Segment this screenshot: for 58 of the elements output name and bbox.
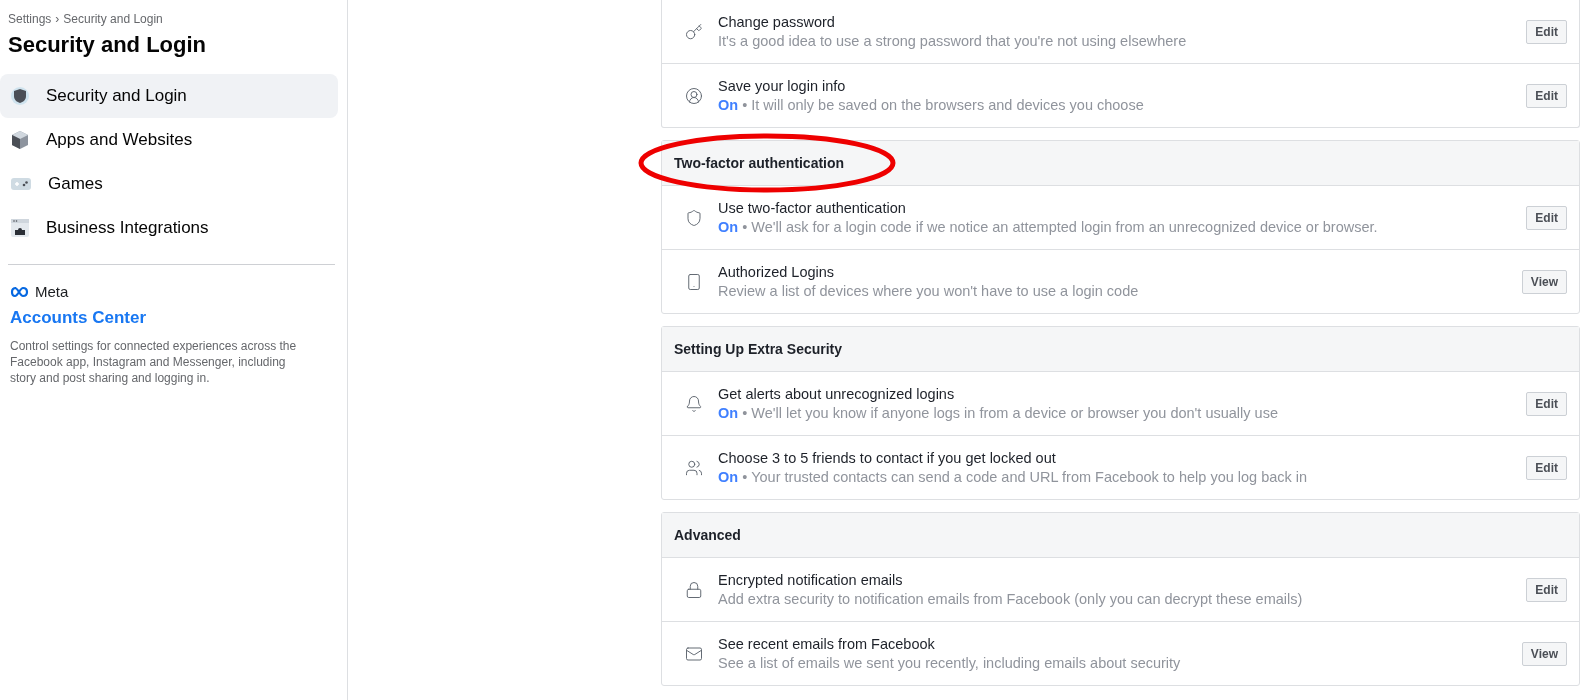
shield-icon [685, 208, 703, 227]
setting-description: We'll let you know if anyone logs in from a device or browser you don't usually use [751, 405, 1278, 421]
setting-description: It's a good idea to use a strong password that you're not using elsewhere [718, 33, 1187, 49]
setting-button[interactable]: Edit [1526, 455, 1567, 480]
breadcrumb-link[interactable]: Security and Login [63, 12, 163, 26]
section-title: Setting Up Extra Security [674, 341, 843, 357]
section-title: Advanced [674, 527, 741, 543]
setting-title: Change password [718, 14, 836, 30]
setting-button[interactable]: Edit [1526, 19, 1567, 44]
section-title: Two-factor authentication [674, 155, 845, 171]
setting-description: Review a list of devices where you won't have to use a login code [718, 283, 1139, 299]
status-label: On [718, 219, 739, 235]
people-icon [685, 458, 703, 477]
setting-button[interactable]: Edit [1526, 391, 1567, 416]
status-label: On [718, 469, 739, 485]
cube-icon [10, 130, 30, 150]
setting-description: See a list of emails we sent you recently, including emails about security [718, 655, 1181, 671]
setting-button[interactable]: Edit [1526, 577, 1567, 602]
bullet-separator: • [742, 405, 748, 421]
setting-description: It will only be saved on the browsers and devices you choose [751, 97, 1144, 113]
setting-button[interactable]: Edit [1526, 83, 1567, 108]
status-label: On [718, 405, 739, 421]
bullet-separator: • [742, 97, 748, 113]
gamepad-icon [10, 175, 32, 193]
setting-title: Get alerts about unrecognized logins [718, 386, 956, 402]
setting-title: Choose 3 to 5 friends to contact if you get locked out [718, 450, 1057, 466]
setting-title: Encrypted notification emails [718, 572, 904, 588]
setting-button[interactable]: View [1521, 641, 1567, 666]
envelope-icon [685, 644, 703, 663]
key-icon [685, 22, 703, 41]
sidebar-item[interactable]: Apps and Websites [0, 118, 338, 162]
setting-title: See recent emails from Facebook [718, 636, 936, 652]
setting-description: Your trusted contacts can send a code and URL from Facebook to help you log back in [751, 469, 1308, 485]
puzzle-window-icon [10, 218, 30, 238]
accounts-center-description: Control settings for connected experiences across the Facebook app, Instagram and Messenger, including story and post sharing and logging in. [10, 338, 298, 386]
setting-description: Add extra security to notification emails from Facebook (only you can decrypt these emails) [718, 591, 1303, 607]
sidebar-item[interactable]: Games [0, 162, 338, 206]
meta-label: Meta [35, 283, 69, 300]
page-title: Security and Login [8, 32, 208, 58]
shield-icon [10, 86, 30, 106]
setting-title: Save your login info [718, 78, 847, 94]
setting-description: We'll ask for a login code if we notice an attempted login from an unrecognized device or browser. [751, 219, 1378, 235]
breadcrumb-separator: › [55, 12, 60, 26]
setting-title: Authorized Logins [718, 264, 836, 280]
setting-title: Use two-factor authentication [718, 200, 907, 216]
setting-button[interactable]: View [1521, 269, 1567, 294]
status-label: On [718, 97, 739, 113]
sidebar-item[interactable]: Business Integrations [0, 206, 338, 250]
user-circle-icon [685, 86, 703, 105]
phone-icon [685, 272, 703, 291]
accounts-center-link[interactable]: Accounts Center [10, 308, 147, 328]
bullet-separator: • [742, 219, 748, 235]
setting-button[interactable]: Edit [1526, 205, 1567, 230]
bell-icon [685, 394, 703, 413]
sidebar-item[interactable]: Security and Login [0, 74, 338, 118]
breadcrumb-link[interactable]: Settings [8, 12, 52, 26]
bullet-separator: • [742, 469, 748, 485]
lock-icon [685, 580, 703, 599]
